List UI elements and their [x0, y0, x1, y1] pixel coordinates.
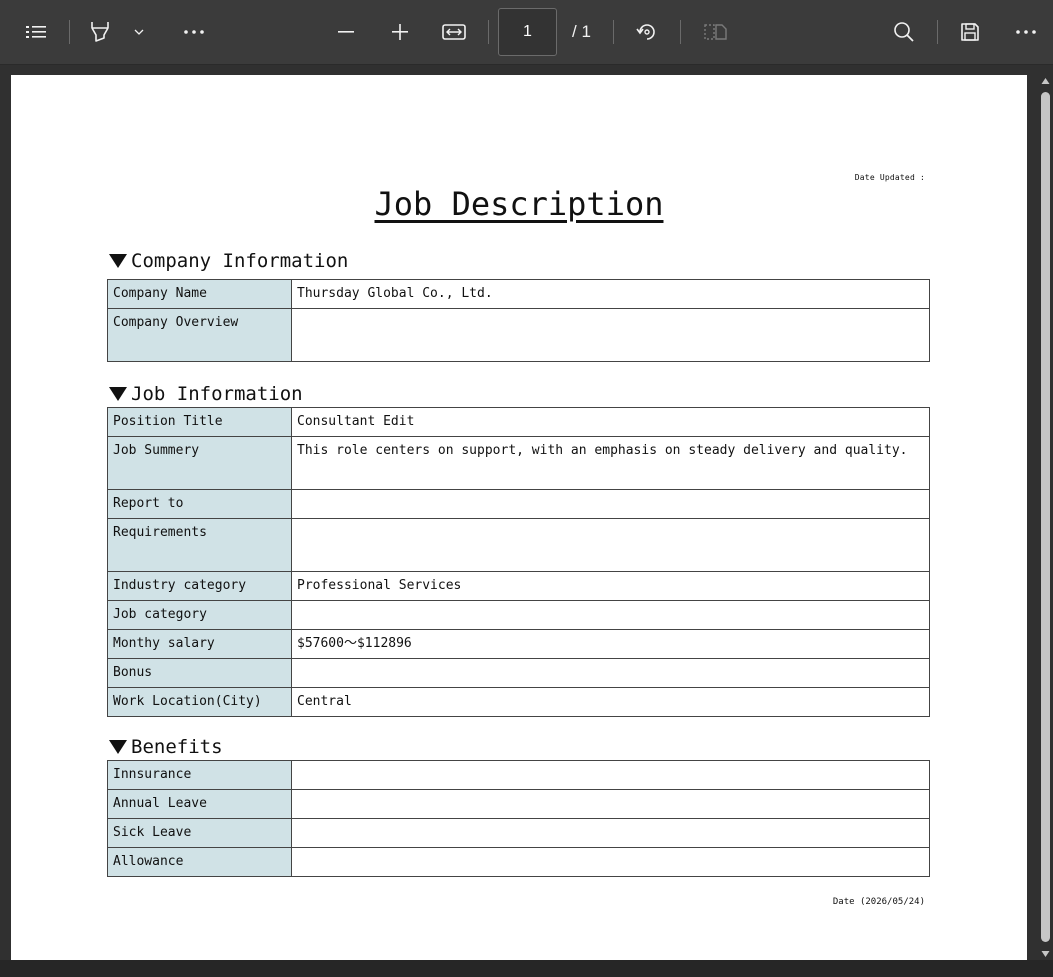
chevron-down-icon[interactable] — [130, 12, 148, 52]
row-value — [291, 818, 930, 848]
search-icon[interactable] — [890, 12, 918, 52]
row-label: Position Title — [107, 407, 292, 437]
footer-date: Date (2026/05/24) — [832, 897, 925, 907]
row-label: Work Location(City) — [107, 687, 292, 717]
pdf-toolbar: 1 / 1 — [0, 0, 1053, 65]
row-label: Annual Leave — [107, 789, 292, 819]
date-updated-label: Date Updated : — [854, 173, 925, 182]
row-label: Monthy salary — [107, 629, 292, 659]
highlight-icon[interactable] — [86, 12, 114, 52]
row-label: Requirements — [107, 518, 292, 572]
section-heading-label: Job Information — [131, 383, 303, 405]
row-label: Company Name — [107, 279, 292, 309]
row-label: Allowance — [107, 847, 292, 877]
triangle-down-icon — [109, 254, 127, 268]
scroll-up-arrow-icon[interactable] — [1041, 72, 1050, 90]
triangle-down-icon — [109, 740, 127, 754]
page-number-input[interactable]: 1 — [498, 8, 557, 56]
zoom-out-icon[interactable] — [334, 12, 358, 52]
more-options-icon[interactable] — [1012, 12, 1040, 52]
table-row: Company Overview — [107, 308, 930, 362]
table-row: Requirements — [107, 518, 930, 572]
row-value — [291, 518, 930, 572]
row-label: Job Summery — [107, 436, 292, 490]
table-row: Monthy salary $57600～$112896 — [107, 629, 930, 659]
row-value — [291, 789, 930, 819]
table-row: Report to — [107, 489, 930, 519]
table-row: Innsurance — [107, 760, 930, 790]
table-row: Job Summery This role centers on support… — [107, 436, 930, 490]
section-heading-label: Benefits — [131, 736, 223, 758]
fit-width-icon[interactable] — [440, 12, 468, 52]
row-label: Sick Leave — [107, 818, 292, 848]
rotate-icon[interactable] — [632, 12, 662, 52]
section-heading-benefits: Benefits — [109, 736, 223, 758]
row-label: Bonus — [107, 658, 292, 688]
toolbar-divider — [69, 20, 70, 44]
save-icon[interactable] — [956, 12, 984, 52]
scrollbar-thumb[interactable] — [1041, 92, 1050, 942]
table-row: Company Name Thursday Global Co., Ltd. — [107, 279, 930, 309]
row-value: Central — [291, 687, 930, 717]
section-heading-label: Company Information — [131, 250, 349, 272]
row-value — [291, 308, 930, 362]
row-label: Report to — [107, 489, 292, 519]
row-value — [291, 760, 930, 790]
more-icon[interactable] — [180, 12, 208, 52]
table-row: Sick Leave — [107, 818, 930, 848]
row-value: Consultant Edit — [291, 407, 930, 437]
row-label: Company Overview — [107, 308, 292, 362]
row-value: This role centers on support, with an em… — [291, 436, 930, 490]
two-page-icon — [700, 12, 730, 52]
table-row: Work Location(City) Central — [107, 687, 930, 717]
row-value: Professional Services — [291, 571, 930, 601]
toolbar-divider — [680, 20, 681, 44]
row-label: Innsurance — [107, 760, 292, 790]
page-total: / 1 — [572, 22, 591, 41]
section-heading-company: Company Information — [109, 250, 348, 272]
company-info-table: Company Name Thursday Global Co., Ltd. C… — [107, 279, 930, 362]
zoom-in-icon[interactable] — [388, 12, 412, 52]
row-label: Industry category — [107, 571, 292, 601]
toolbar-divider — [613, 20, 614, 44]
triangle-down-icon — [109, 387, 127, 401]
table-row: Annual Leave — [107, 789, 930, 819]
document-title: Job Description — [374, 185, 664, 223]
table-row: Industry category Professional Services — [107, 571, 930, 601]
table-row: Position Title Consultant Edit — [107, 407, 930, 437]
table-row: Allowance — [107, 847, 930, 877]
table-row: Bonus — [107, 658, 930, 688]
page-current: 1 — [523, 23, 532, 40]
toolbar-divider — [488, 20, 489, 44]
benefits-table: Innsurance Annual Leave Sick Leave Allow… — [107, 760, 930, 877]
table-row: Job category — [107, 600, 930, 630]
job-info-table: Position Title Consultant Edit Job Summe… — [107, 407, 930, 717]
document-viewer: Date Updated : Job Description Company I… — [0, 65, 1053, 960]
section-heading-job: Job Information — [109, 383, 303, 405]
row-value — [291, 489, 930, 519]
viewer-bottom-edge — [0, 960, 1053, 977]
contents-icon[interactable] — [22, 12, 50, 52]
toolbar-divider — [937, 20, 938, 44]
row-label: Job category — [107, 600, 292, 630]
pdf-page: Date Updated : Job Description Company I… — [11, 75, 1027, 960]
row-value — [291, 658, 930, 688]
row-value: $57600～$112896 — [291, 629, 930, 659]
row-value — [291, 847, 930, 877]
row-value — [291, 600, 930, 630]
row-value: Thursday Global Co., Ltd. — [291, 279, 930, 309]
